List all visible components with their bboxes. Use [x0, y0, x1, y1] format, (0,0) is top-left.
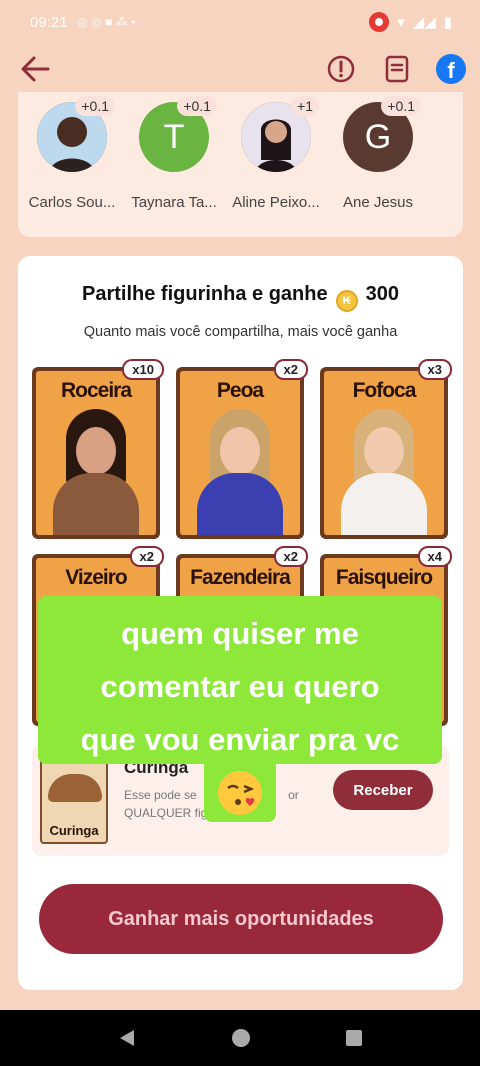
friend-name: Aline Peixo...: [232, 194, 320, 211]
system-nav-bar: [0, 1010, 480, 1066]
wildcard-image: Curinga: [40, 754, 108, 844]
status-bar: 09:21 ◎ ◎ ■ ⁂ • ▾ ◢◢ ▮: [0, 0, 480, 44]
share-subtitle: Quanto mais você compartilha, mais você …: [83, 324, 398, 340]
multiplier-badge: x10: [122, 359, 164, 380]
share-title-text: Partilhe figurinha e ganhe: [82, 283, 328, 305]
multiplier-badge: x2: [273, 546, 308, 567]
share-title: Partilhe figurinha e ganhe ₭ 300: [18, 283, 463, 312]
document-icon[interactable]: [380, 52, 414, 86]
sticker-name: Vizeiro: [65, 566, 127, 589]
cowboy-hat-icon: [48, 774, 102, 802]
friend-name: Ane Jesus: [342, 194, 414, 211]
wildcard-desc-end: or: [288, 788, 299, 802]
status-time: 09:21: [30, 13, 68, 31]
friend-item[interactable]: T +0.1 Taynara Ta...: [124, 96, 224, 211]
multiplier-badge: x2: [273, 359, 308, 380]
avatar-initial: T: [163, 117, 185, 156]
avatar: +0.1: [37, 96, 115, 172]
caption-line: quem quiser me: [121, 616, 359, 651]
nav-recents-icon[interactable]: [344, 1028, 364, 1048]
signal-icon: ◢◢: [412, 14, 436, 31]
sticker-name: Fazendeira: [190, 566, 291, 589]
kiss-emoji-icon: [218, 771, 262, 815]
friend-item[interactable]: +0.1 Carlos Sou...: [22, 96, 122, 211]
nav-back-icon[interactable]: [116, 1027, 138, 1049]
coin-icon: ₭: [335, 290, 358, 312]
friend-badge: +0.1: [381, 96, 421, 116]
avatar-initial: G: [364, 117, 392, 156]
sticker-figure: [53, 409, 139, 535]
wifi-icon: ▾: [397, 14, 405, 31]
wildcard-image-label: Curinga: [49, 823, 99, 838]
avatar: +1: [241, 96, 319, 172]
friend-item[interactable]: +1 Aline Peixo...: [226, 96, 326, 211]
receive-button[interactable]: Receber: [333, 770, 433, 810]
sticker-name: Faisqueiro: [335, 566, 433, 589]
multiplier-badge: x2: [129, 546, 164, 567]
sticker-name: Fofoca: [352, 379, 417, 402]
friends-card: +0.1 Carlos Sou... T +0.1 Taynara Ta... …: [18, 92, 463, 237]
battery-icon: ▮: [443, 14, 452, 31]
sticker-figure: [197, 409, 283, 535]
screen-record-icon: [369, 12, 390, 32]
friend-badge: +1: [291, 96, 319, 116]
caption-line: comentar eu quero: [100, 669, 380, 704]
wildcard-desc-start: Esse pode se: [124, 788, 197, 802]
sticker-card[interactable]: Peoa x2: [176, 359, 308, 539]
friend-name: Taynara Ta...: [131, 194, 217, 211]
avatar: T +0.1: [139, 96, 217, 172]
notification-icons: ◎ ◎ ■ ⁂ •: [77, 15, 136, 29]
top-bar: f: [0, 44, 480, 94]
facebook-icon[interactable]: f: [436, 54, 466, 84]
friend-badge: +0.1: [177, 96, 217, 116]
friend-item[interactable]: G +0.1 Ane Jesus: [328, 96, 428, 211]
nav-home-icon[interactable]: [230, 1027, 252, 1049]
multiplier-badge: x4: [417, 546, 452, 567]
more-opportunities-button[interactable]: Ganhar mais oportunidades: [39, 884, 443, 954]
back-arrow-icon[interactable]: [18, 52, 54, 86]
friend-name: Carlos Sou...: [28, 194, 116, 211]
sticker-card[interactable]: Fofoca x3: [320, 359, 452, 539]
sticker-figure: [341, 409, 427, 535]
alert-icon[interactable]: [324, 52, 358, 86]
share-amount: 300: [365, 283, 399, 305]
sticker-card[interactable]: Roceira x10: [32, 359, 164, 539]
avatar: G +0.1: [343, 96, 421, 172]
caption-line: que vou enviar pra vc: [80, 722, 400, 757]
friend-badge: +0.1: [75, 96, 115, 116]
sticker-name: Peoa: [216, 379, 264, 402]
caption-overlay: quem quiser me comentar eu quero que vou…: [38, 596, 442, 764]
multiplier-badge: x3: [417, 359, 452, 380]
sticker-name: Roceira: [60, 379, 132, 402]
caption-emoji: [204, 764, 276, 822]
